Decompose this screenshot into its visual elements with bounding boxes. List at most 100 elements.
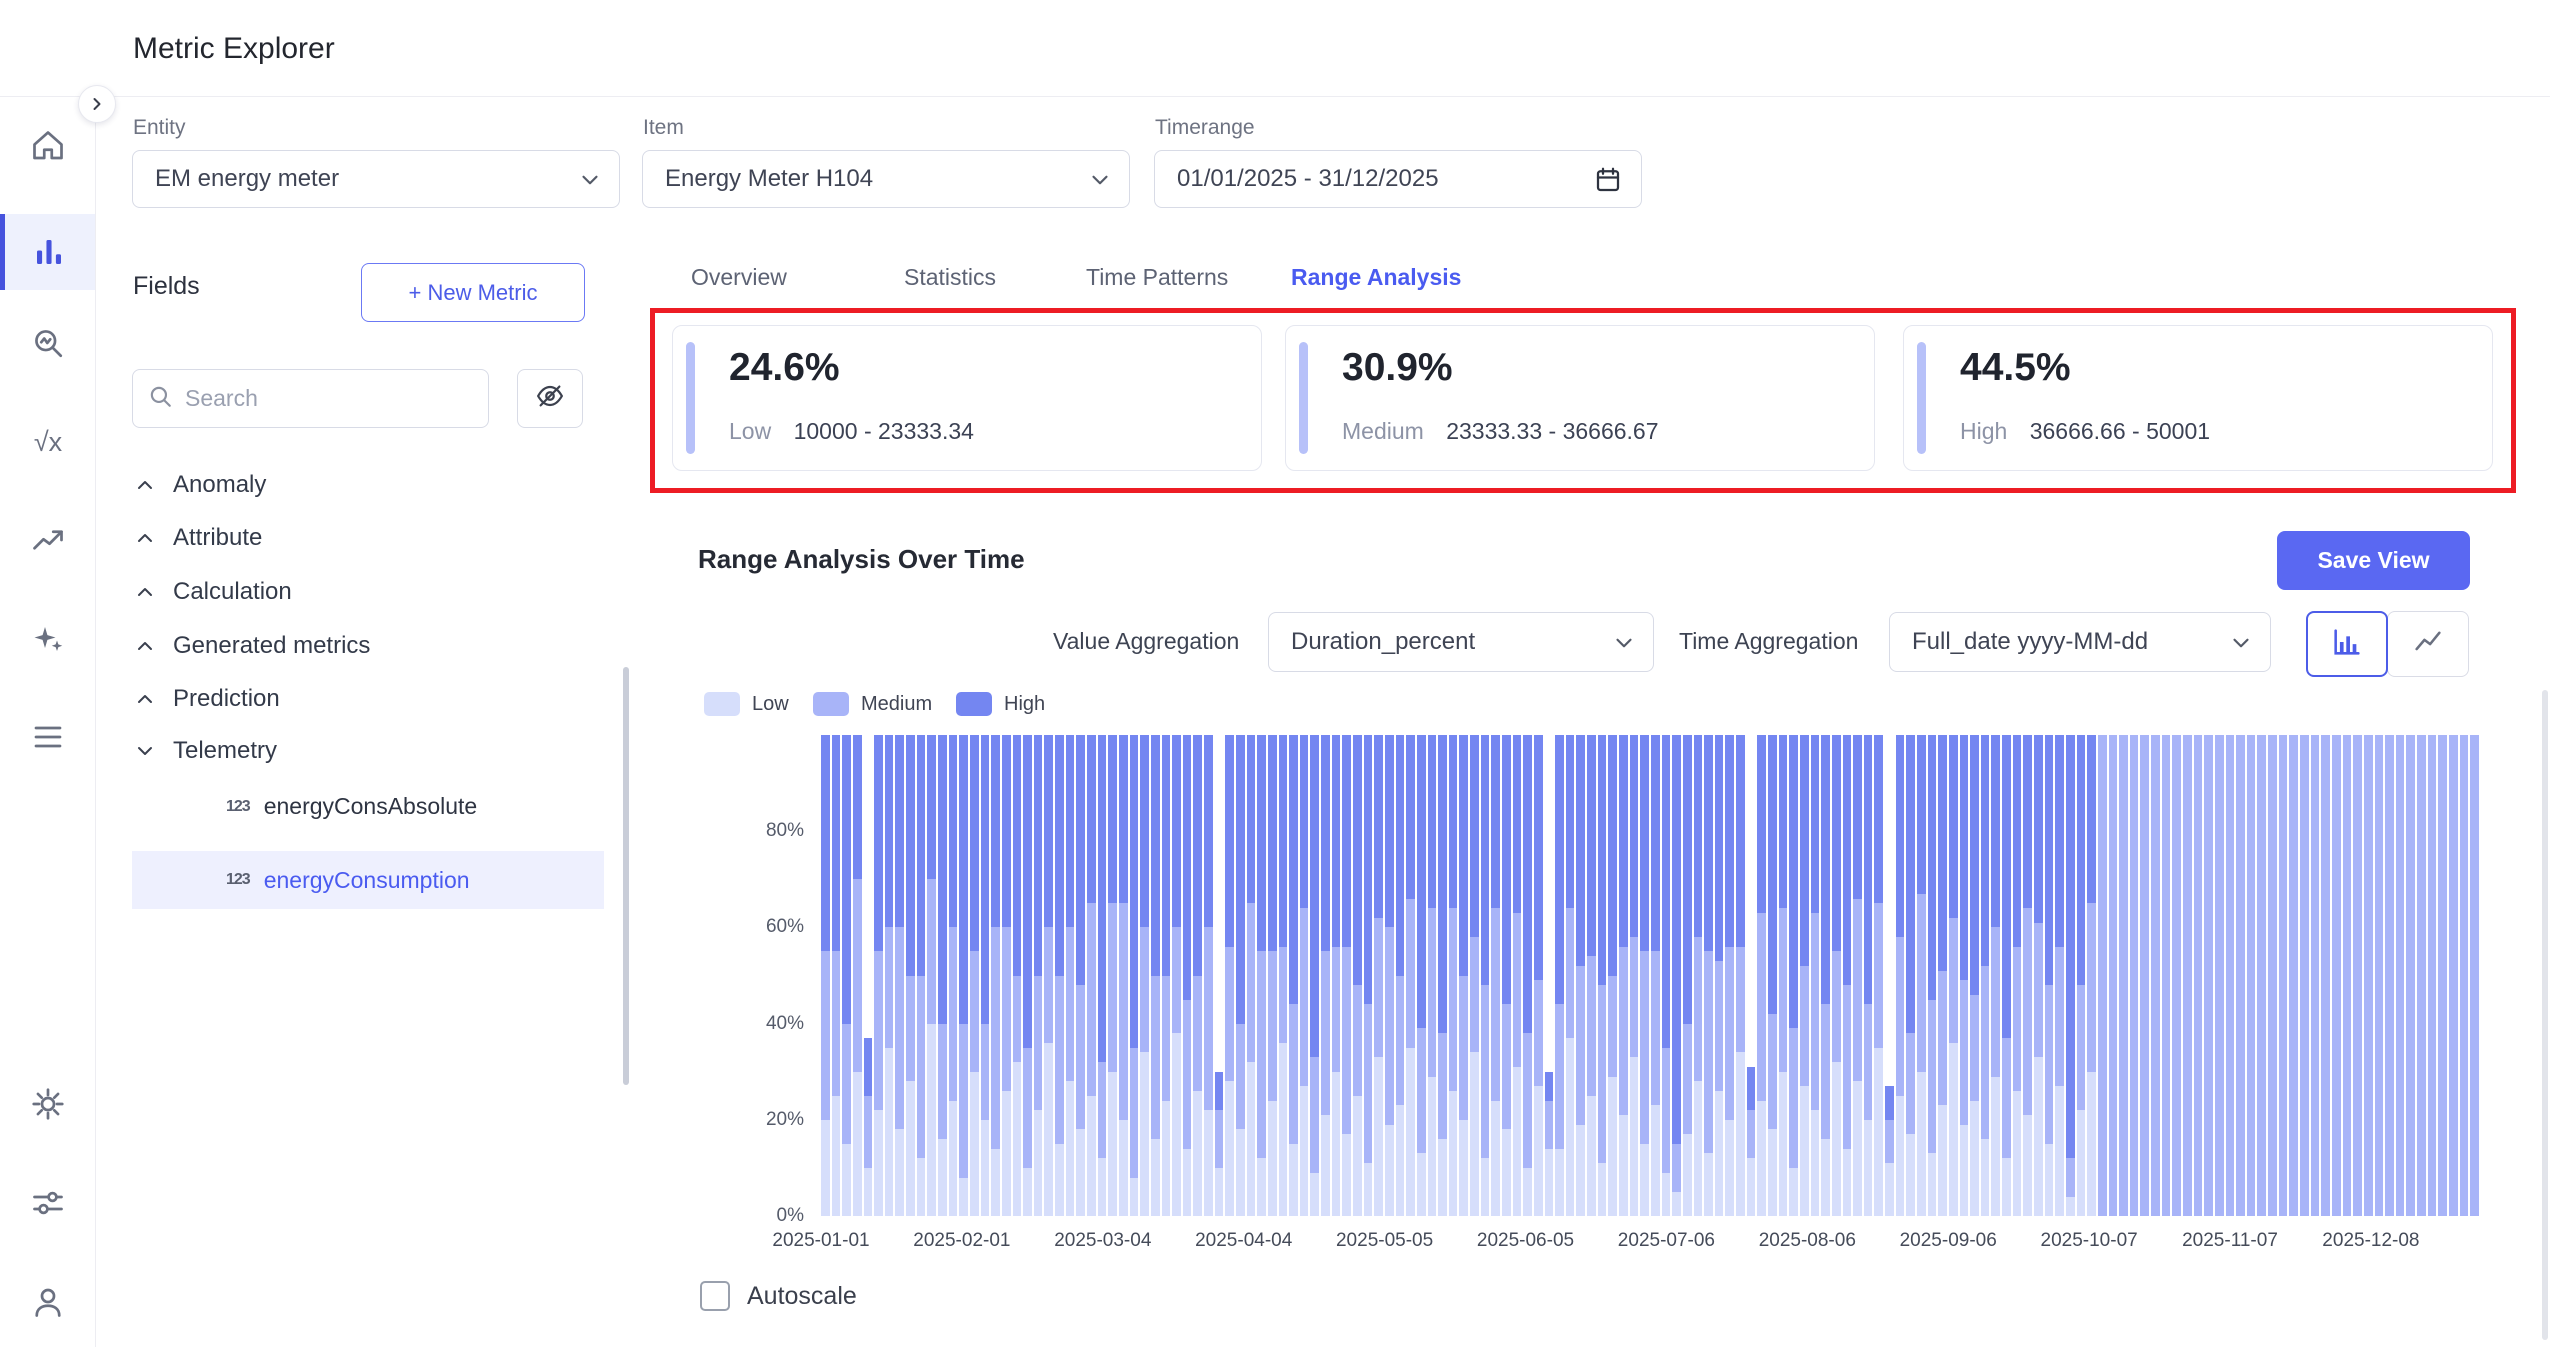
time-aggregation-select[interactable]: Full_date yyyy-MM-dd <box>1889 612 2271 672</box>
stacked-bar <box>1406 735 1415 1216</box>
formula-sqrt-icon[interactable]: √x <box>30 424 66 460</box>
stacked-bar <box>1140 735 1149 1216</box>
x-axis-tick: 2025-03-04 <box>1054 1230 1151 1252</box>
anomaly-search-icon[interactable] <box>30 325 66 361</box>
stacked-bar <box>885 735 894 1216</box>
new-metric-button[interactable]: + New Metric <box>361 263 585 322</box>
stacked-bar <box>1342 735 1351 1216</box>
list-menu-icon[interactable] <box>30 719 66 755</box>
field-group-telemetry[interactable]: Telemetry <box>133 731 277 771</box>
stacked-bar <box>1725 735 1734 1216</box>
stacked-bar <box>1257 735 1266 1216</box>
chart-plot-area: 2025-01-012025-02-012025-03-042025-04-04… <box>821 735 2480 1216</box>
stacked-bar <box>1906 735 1915 1216</box>
stacked-bar <box>1683 735 1692 1216</box>
legend-item-low[interactable]: Low <box>704 692 789 716</box>
y-axis-tick: 60% <box>732 916 804 938</box>
search-input[interactable] <box>185 385 474 412</box>
stacked-bar <box>1438 735 1447 1216</box>
fields-panel-scrollbar[interactable] <box>623 667 629 1085</box>
item-select[interactable]: Energy Meter H104 <box>642 150 1130 208</box>
item-value: Energy Meter H104 <box>665 165 873 193</box>
stacked-bar <box>2247 735 2256 1216</box>
field-group-calculation[interactable]: Calculation <box>133 572 292 612</box>
stacked-bar <box>1481 735 1490 1216</box>
stacked-bar <box>1736 735 1745 1216</box>
stacked-bar <box>1108 735 1117 1216</box>
stacked-bar <box>1491 735 1500 1216</box>
stacked-bar <box>874 735 883 1216</box>
settings-gear-icon[interactable] <box>30 1086 66 1122</box>
stacked-bar <box>1566 735 1575 1216</box>
stacked-bar <box>1811 735 1820 1216</box>
stacked-bar <box>906 735 915 1216</box>
stacked-bar <box>1374 735 1383 1216</box>
stacked-bar <box>1715 735 1724 1216</box>
stacked-bar <box>1576 735 1585 1216</box>
stacked-bar <box>1044 735 1053 1216</box>
field-group-prediction[interactable]: Prediction <box>133 679 280 719</box>
chevron-up-icon <box>133 634 157 658</box>
field-item-energyConsumption[interactable]: 123 energyConsumption <box>132 851 604 909</box>
sidebar-item-metrics-active[interactable] <box>0 214 95 290</box>
legend-item-medium[interactable]: Medium <box>813 692 932 716</box>
range-card-medium: 30.9% Medium 23333.33 - 36666.67 <box>1285 325 1875 471</box>
stacked-bar <box>1768 735 1777 1216</box>
legend-swatch-high <box>956 692 992 716</box>
timerange-value: 01/01/2025 - 31/12/2025 <box>1177 165 1439 193</box>
item-label: Item <box>643 116 684 140</box>
stacked-bar <box>970 735 979 1216</box>
field-group-attribute[interactable]: Attribute <box>133 518 262 558</box>
tab-range-analysis[interactable]: Range Analysis <box>1291 264 1461 291</box>
stacked-bar <box>1789 735 1798 1216</box>
stacked-bar <box>2077 735 2086 1216</box>
stacked-bar <box>1459 735 1468 1216</box>
autoscale-checkbox[interactable] <box>700 1281 730 1311</box>
home-icon[interactable] <box>30 128 66 164</box>
entity-select[interactable]: EM energy meter <box>132 150 620 208</box>
hide-fields-button[interactable] <box>517 369 583 428</box>
trend-line-icon[interactable] <box>30 522 66 558</box>
stacked-bar <box>1353 735 1362 1216</box>
stacked-bar <box>1013 735 1022 1216</box>
field-group-anomaly[interactable]: Anomaly <box>133 465 266 505</box>
expand-sidebar-button[interactable] <box>78 85 116 123</box>
stacked-bar <box>1555 735 1564 1216</box>
page-scrollbar[interactable] <box>2542 690 2548 1340</box>
stacked-bar <box>1236 735 1245 1216</box>
stacked-bar <box>1300 735 1309 1216</box>
save-view-button[interactable]: Save View <box>2277 531 2470 590</box>
stacked-bar <box>1949 735 1958 1216</box>
tab-statistics[interactable]: Statistics <box>904 264 996 291</box>
stacked-bar <box>2013 735 2022 1216</box>
field-group-generated-metrics[interactable]: Generated metrics <box>133 626 370 666</box>
chevron-up-icon <box>133 687 157 711</box>
sparkles-icon[interactable] <box>30 621 66 657</box>
chart-type-bar-button[interactable] <box>2306 611 2388 677</box>
stacked-bar <box>1704 735 1713 1216</box>
chart-type-line-button[interactable] <box>2387 611 2469 677</box>
entity-label: Entity <box>133 116 186 140</box>
tab-overview[interactable]: Overview <box>691 264 787 291</box>
stacked-bar <box>2098 735 2107 1216</box>
sliders-tune-icon[interactable] <box>30 1185 66 1221</box>
stacked-bar <box>1513 735 1522 1216</box>
entity-value: EM energy meter <box>155 165 339 193</box>
user-profile-icon[interactable] <box>30 1284 66 1320</box>
stacked-bar <box>1470 735 1479 1216</box>
legend-item-high[interactable]: High <box>956 692 1045 716</box>
tab-time-patterns[interactable]: Time Patterns <box>1086 264 1228 291</box>
stacked-bar <box>1449 735 1458 1216</box>
value-aggregation-select[interactable]: Duration_percent <box>1268 612 1654 672</box>
stacked-bar <box>2428 735 2437 1216</box>
stacked-bar <box>1853 735 1862 1216</box>
x-axis-tick: 2025-07-06 <box>1618 1230 1715 1252</box>
timerange-picker[interactable]: 01/01/2025 - 31/12/2025 <box>1154 150 1642 208</box>
field-item-energyConsAbsolute[interactable]: 123 energyConsAbsolute <box>226 793 477 820</box>
stacked-bar <box>1289 735 1298 1216</box>
stacked-bar <box>864 735 873 1216</box>
fields-panel-title: Fields <box>133 272 200 301</box>
stacked-bar <box>821 735 830 1216</box>
chevron-up-icon <box>133 526 157 550</box>
stacked-bar <box>1534 735 1543 1216</box>
